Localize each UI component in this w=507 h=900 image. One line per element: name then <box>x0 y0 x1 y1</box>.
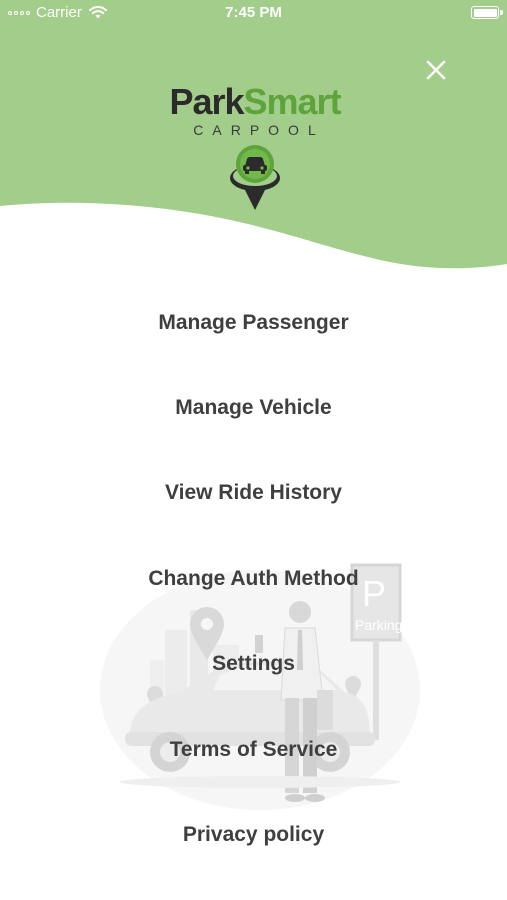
logo-title-park: Park <box>169 81 244 122</box>
battery-icon <box>471 6 503 19</box>
status-bar: Carrier 7:45 PM <box>0 0 507 26</box>
menu-item-change-auth-method[interactable]: Change Auth Method <box>0 554 507 604</box>
menu-item-manage-passenger[interactable]: Manage Passenger <box>0 298 507 348</box>
side-menu-screen: Carrier 7:45 PM ParkSmart CARPOOL P Park… <box>0 0 507 900</box>
menu-item-terms-of-service[interactable]: Terms of Service <box>0 725 507 775</box>
close-button[interactable] <box>418 52 454 88</box>
parking-sign-label: Parking <box>355 617 402 633</box>
close-icon <box>426 60 446 80</box>
app-logo: ParkSmart CARPOOL <box>150 82 360 212</box>
menu-item-privacy-policy[interactable]: Privacy policy <box>0 810 507 860</box>
menu-item-manage-vehicle[interactable]: Manage Vehicle <box>0 383 507 433</box>
menu-item-view-ride-history[interactable]: View Ride History <box>0 468 507 518</box>
logo-subtitle: CARPOOL <box>193 122 325 138</box>
logo-title-smart: Smart <box>243 81 342 122</box>
menu-item-settings[interactable]: Settings <box>0 639 507 689</box>
status-time: 7:45 PM <box>225 4 282 21</box>
logo-title: ParkSmart <box>150 82 360 122</box>
location-pin-car-icon <box>230 145 280 210</box>
